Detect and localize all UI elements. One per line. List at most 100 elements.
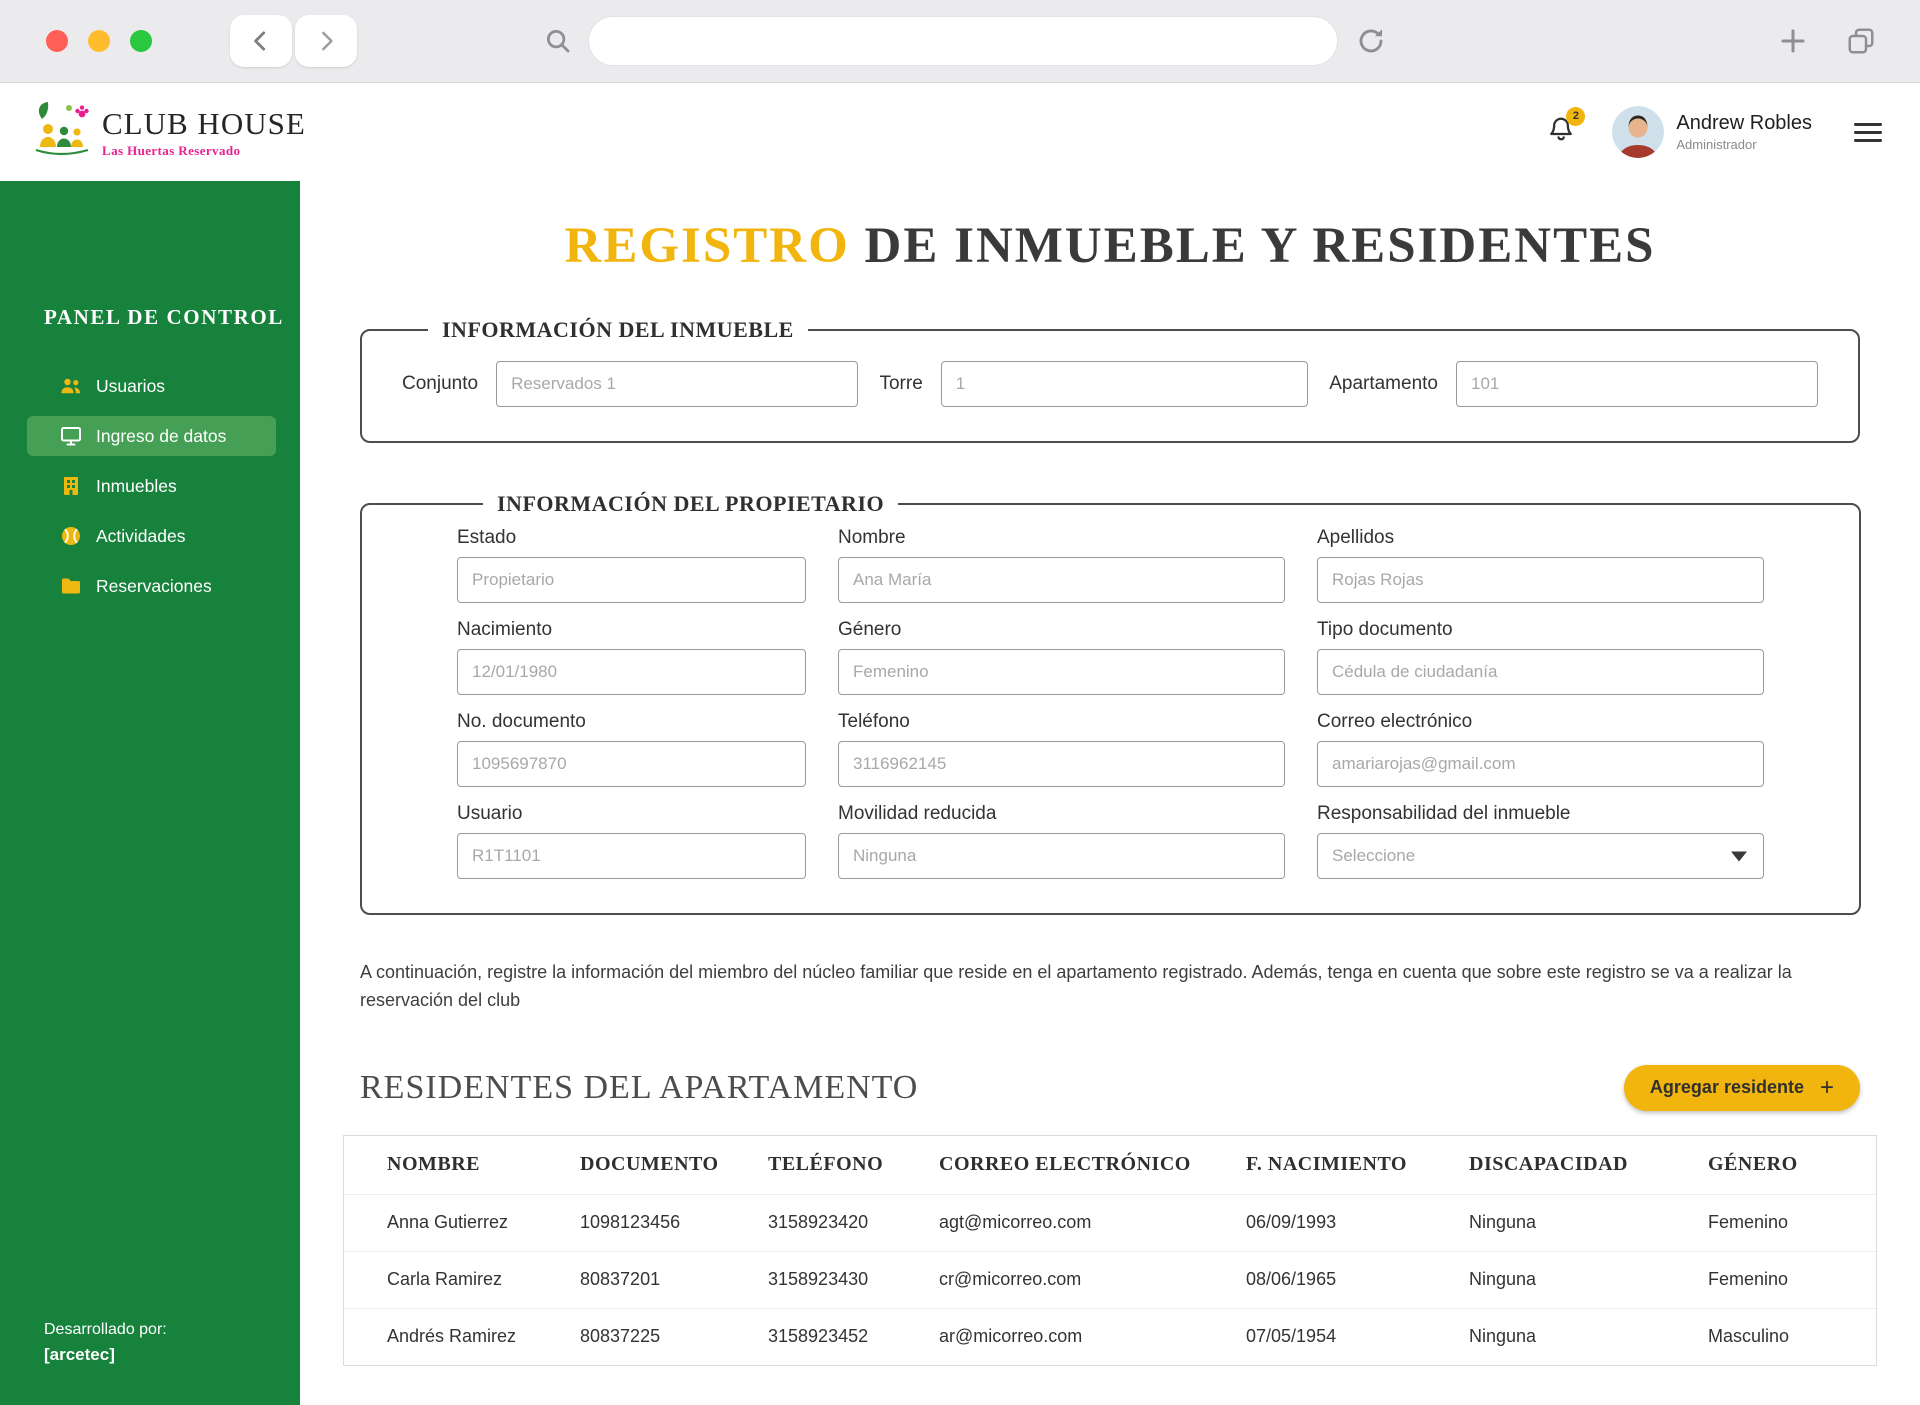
table-header-row: NOMBRE DOCUMENTO TELÉFONO CORREO ELECTRÓ… [344,1136,1876,1194]
telefono-field: Teléfono [838,711,1285,787]
correo-electronico-input[interactable] [1317,741,1764,787]
sidebar-item-label: Reservaciones [96,575,212,596]
nombre-input[interactable] [838,557,1285,603]
notification-badge: 2 [1566,106,1586,126]
plus-icon: + [1819,1073,1834,1101]
app-header: CLUB HOUSE Las Huertas Reservado 2 Andre… [0,83,1920,181]
usuario-input[interactable] [457,833,806,879]
nombre-field: Nombre [838,527,1285,603]
brand-logo[interactable]: CLUB HOUSE Las Huertas Reservado [30,99,306,166]
table-row: Andrés Ramirez 80837225 3158923452 ar@mi… [344,1307,1876,1365]
sidebar-item-ingreso-de-datos[interactable]: Ingreso de datos [27,416,276,456]
sidebar-footer: Desarrollado por: [arcetec] [44,1321,167,1365]
sidebar-item-label: Actividades [96,525,186,546]
no-documento-input[interactable] [457,741,806,787]
table-cell: 1098123456 [580,1212,681,1233]
sidebar-item-actividades[interactable]: Actividades [27,516,276,556]
user-role: Administrador [1676,137,1757,152]
sidebar-item-reservaciones[interactable]: Reservaciones [27,566,276,606]
sidebar-item-label: Usuarios [96,375,166,396]
brand-title: CLUB HOUSE [102,105,306,141]
nacimiento-input[interactable] [457,649,806,695]
tipo-documento-input[interactable] [1317,649,1764,695]
new-tab-icon[interactable] [1778,26,1808,56]
estado-field: Estado [457,527,806,603]
user-meta: Andrew Robles Administrador [1676,112,1812,152]
developed-by-label: Desarrollado por: [44,1321,167,1338]
inmueble-section: INFORMACIÓN DEL INMUEBLE Conjunto Torre … [360,317,1860,443]
torre-input[interactable] [940,361,1308,407]
notifications-button[interactable]: 2 [1546,106,1586,150]
back-button[interactable] [230,15,292,67]
table-cell: Masculino [1708,1326,1790,1347]
table-cell: Ninguna [1469,1326,1537,1347]
table-cell: Ninguna [1469,1269,1537,1290]
table-cell: Ninguna [1469,1212,1537,1233]
genero-input[interactable] [838,649,1285,695]
close-window-button[interactable] [46,30,68,52]
refresh-icon[interactable] [1356,26,1386,56]
tennis-ball-icon [59,524,83,548]
monitor-icon [59,424,83,448]
residents-table: NOMBRE DOCUMENTO TELÉFONO CORREO ELECTRÓ… [343,1134,1877,1366]
table-cell: ar@micorreo.com [939,1326,1083,1347]
usuario-field: Usuario [457,803,806,879]
table-cell: 3158923420 [768,1212,869,1233]
apartamento-field: Apartamento [1329,361,1818,407]
sidebar-item-label: Inmuebles [96,475,177,496]
tab-overview-icon[interactable] [1846,26,1876,56]
page-title: REGISTRO DE INMUEBLE Y RESIDENTES [564,218,1656,274]
tipo-documento-field: Tipo documento [1317,619,1764,695]
conjunto-input[interactable] [496,361,859,407]
minimize-window-button[interactable] [88,30,110,52]
browser-chrome [0,0,1920,83]
sidebar: PANEL DE CONTROL Usuarios Ingreso de dat… [0,181,300,1405]
zoom-window-button[interactable] [130,30,152,52]
search-icon[interactable] [543,26,573,56]
table-cell: 80837225 [580,1326,661,1347]
table-cell: Carla Ramirez [387,1269,503,1290]
table-cell: 80837201 [580,1269,661,1290]
telefono-input[interactable] [838,741,1285,787]
chevron-right-icon [313,28,339,54]
apartamento-label: Apartamento [1329,373,1438,394]
window-controls [46,30,152,52]
sidebar-item-usuarios[interactable]: Usuarios [27,366,276,406]
table-cell: cr@micorreo.com [939,1269,1082,1290]
apartamento-input[interactable] [1456,361,1818,407]
propietario-legend: INFORMACIÓN DEL PROPIETARIO [497,491,885,516]
apellidos-input[interactable] [1317,557,1764,603]
responsabilidad-field: Responsabilidad del inmueble Seleccione [1317,803,1764,879]
table-cell: Femenino [1708,1269,1789,1290]
sidebar-item-inmuebles[interactable]: Inmuebles [27,466,276,506]
inmueble-legend: INFORMACIÓN DEL INMUEBLE [442,317,794,342]
estado-input[interactable] [457,557,806,603]
table-cell: Femenino [1708,1212,1789,1233]
residents-section-title: RESIDENTES DEL APARTAMENTO [360,1068,919,1106]
table-row: Carla Ramirez 80837201 3158923430 cr@mic… [344,1250,1876,1308]
header-cell: DISCAPACIDAD [1469,1153,1628,1176]
avatar[interactable] [1612,106,1665,158]
forward-button[interactable] [295,15,357,67]
torre-label: Torre [879,373,923,394]
movilidad-reducida-field: Movilidad reducida [838,803,1285,879]
table-cell: 3158923430 [768,1269,869,1290]
propietario-section: INFORMACIÓN DEL PROPIETARIO Estado Nombr… [360,491,1861,915]
chevron-left-icon [248,28,274,54]
table-cell: 07/05/1954 [1246,1326,1337,1347]
apellidos-field: Apellidos [1317,527,1764,603]
header-cell: GÉNERO [1708,1153,1798,1176]
table-cell: Anna Gutierrez [387,1212,509,1233]
torre-field: Torre [879,361,1308,407]
add-resident-button[interactable]: Agregar residente + [1623,1064,1860,1111]
movilidad-reducida-input[interactable] [838,833,1285,879]
url-bar[interactable] [588,16,1338,66]
menu-icon[interactable] [1854,122,1882,142]
chevron-down-icon [1731,851,1747,862]
developer-name: [arcetec] [44,1345,115,1364]
header-cell: DOCUMENTO [580,1153,719,1176]
responsabilidad-select[interactable]: Seleccione [1317,833,1764,879]
users-icon [59,374,83,398]
folder-icon [59,574,83,598]
club-house-logo-icon [30,99,92,166]
